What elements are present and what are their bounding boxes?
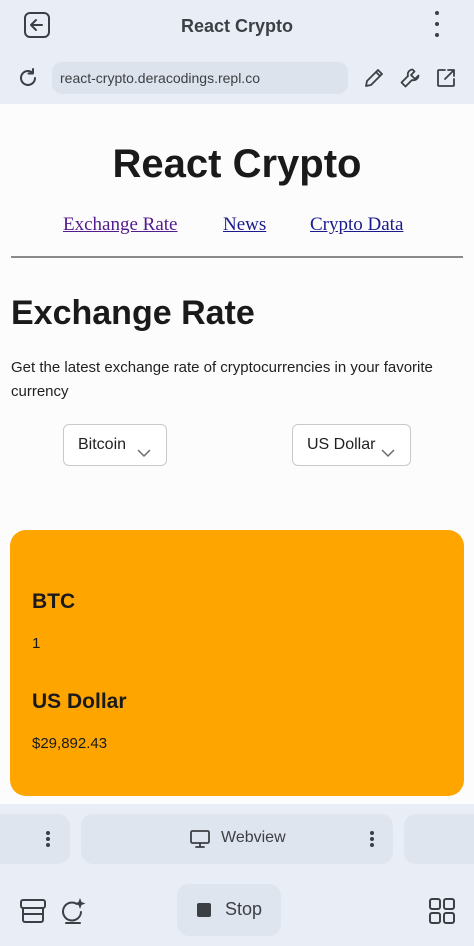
chevron-down-icon (380, 437, 396, 458)
more-vert-icon[interactable] (426, 11, 448, 37)
to-currency-value: US Dollar (307, 436, 376, 453)
url-bar: react-crypto.deracodings.repl.co (0, 52, 474, 104)
panel-tab-left[interactable] (0, 814, 70, 864)
nav-link-crypto-data[interactable]: Crypto Data (310, 214, 403, 236)
from-amount: 1 (32, 635, 41, 652)
bottom-bar: Stop (0, 880, 474, 946)
site-title: React Crypto (112, 142, 362, 186)
panel-tab-right[interactable] (404, 814, 474, 864)
stop-label: Stop (225, 899, 263, 919)
monitor-icon (189, 828, 211, 850)
page-description: Get the latest exchange rate of cryptocu… (11, 359, 433, 400)
more-vert-icon[interactable] (46, 831, 50, 847)
assistant-icon[interactable] (58, 896, 88, 926)
panel-tabs: Webview (0, 804, 474, 880)
nav-link-news[interactable]: News (223, 214, 266, 236)
reload-icon[interactable] (16, 66, 40, 90)
webview: React Crypto Exchange Rate News Crypto D… (0, 104, 474, 804)
exchange-result-card: BTC 1 US Dollar $29,892.43 (10, 530, 464, 796)
webview-tab-label: Webview (221, 829, 286, 846)
external-link-icon[interactable] (434, 66, 458, 90)
nav-link-exchange-rate[interactable]: Exchange Rate (63, 214, 177, 236)
chevron-down-icon (136, 437, 152, 458)
app-title: React Crypto (180, 16, 294, 36)
stop-icon (197, 903, 211, 917)
panel-tab-webview[interactable]: Webview (81, 814, 393, 864)
stop-button[interactable]: Stop (177, 884, 281, 936)
url-input[interactable]: react-crypto.deracodings.repl.co (52, 62, 348, 94)
grid-icon[interactable] (427, 896, 457, 926)
from-currency-select[interactable]: Bitcoin (63, 424, 167, 466)
pencil-icon[interactable] (362, 66, 386, 90)
app-bar: React Crypto (0, 0, 474, 52)
to-amount: $29,892.43 (32, 735, 108, 752)
from-currency-value: Bitcoin (78, 436, 127, 453)
page-heading: Exchange Rate (11, 294, 255, 332)
more-vert-icon[interactable] (370, 831, 374, 847)
layers-icon[interactable] (18, 896, 48, 926)
from-currency-code: BTC (32, 590, 76, 613)
to-currency-select[interactable]: US Dollar (292, 424, 411, 466)
wrench-icon[interactable] (398, 66, 422, 90)
nav-divider (11, 256, 463, 258)
to-currency-name: US Dollar (32, 690, 127, 713)
